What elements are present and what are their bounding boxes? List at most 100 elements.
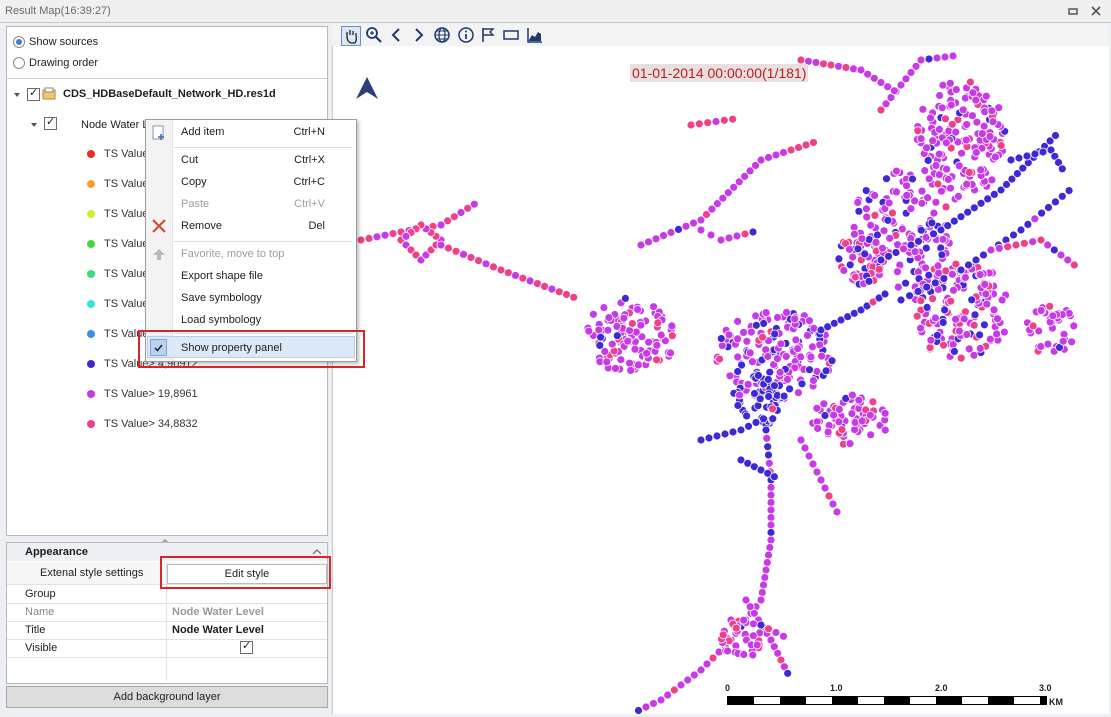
splitter-arrow-icon[interactable] bbox=[160, 535, 170, 544]
network-node bbox=[1048, 311, 1058, 321]
network-node bbox=[689, 218, 698, 228]
network-node bbox=[924, 174, 934, 184]
network-node bbox=[917, 186, 927, 196]
flag-icon[interactable] bbox=[479, 26, 497, 44]
scale-unit: KM bbox=[1049, 697, 1063, 707]
network-node bbox=[931, 161, 941, 170]
network-node bbox=[927, 218, 937, 228]
network-node bbox=[837, 425, 847, 434]
menu-item-remove[interactable]: Remove Del bbox=[181, 217, 351, 235]
network-node bbox=[966, 77, 975, 87]
network-node bbox=[834, 404, 844, 414]
network-node bbox=[642, 348, 652, 358]
network-node bbox=[812, 467, 822, 477]
rectangle-icon[interactable] bbox=[502, 26, 520, 44]
network-node bbox=[954, 191, 963, 201]
scale-label-2: 2.0 bbox=[935, 683, 948, 693]
network-node bbox=[959, 314, 969, 324]
network-node bbox=[797, 379, 807, 389]
network-node bbox=[971, 95, 981, 105]
network-node bbox=[380, 230, 390, 240]
menu-item-save-symbology[interactable]: Save symbology bbox=[181, 289, 351, 307]
network-node bbox=[1051, 131, 1060, 140]
network-node bbox=[826, 60, 836, 70]
legend-swatch bbox=[87, 240, 95, 248]
legend-swatch bbox=[87, 360, 95, 368]
network-node bbox=[857, 416, 867, 426]
minimize-icon[interactable] bbox=[1066, 4, 1080, 18]
network-node bbox=[763, 442, 773, 452]
menu-item-copy[interactable]: Copy Ctrl+C bbox=[181, 173, 351, 191]
network-node bbox=[1045, 301, 1055, 311]
network-node bbox=[663, 690, 673, 700]
network-node bbox=[906, 240, 916, 250]
network-node bbox=[656, 330, 666, 340]
network-node bbox=[401, 231, 411, 241]
network-node bbox=[972, 117, 982, 127]
legend-swatch bbox=[87, 420, 95, 428]
menu-item-favorite[interactable]: Favorite, move to top bbox=[181, 245, 351, 263]
menu-item-cut[interactable]: Cut Ctrl+X bbox=[181, 151, 351, 169]
add-background-layer-button[interactable]: Add background layer bbox=[6, 686, 328, 708]
external-style-label: Extenal style settings bbox=[40, 567, 144, 579]
menu-item-paste[interactable]: Paste Ctrl+V bbox=[181, 195, 351, 213]
network-node bbox=[943, 174, 953, 184]
network-node bbox=[815, 340, 825, 350]
menu-item-export-shape[interactable]: Export shape file bbox=[181, 267, 351, 285]
network-node bbox=[993, 314, 1002, 324]
forward-arrow-icon[interactable] bbox=[410, 26, 428, 44]
network-node bbox=[918, 104, 928, 114]
info-icon[interactable] bbox=[457, 26, 475, 44]
network-node bbox=[1028, 321, 1038, 331]
network-map[interactable] bbox=[333, 46, 1109, 714]
network-node bbox=[921, 233, 931, 242]
network-node bbox=[914, 236, 923, 246]
network-node bbox=[716, 235, 726, 245]
network-node bbox=[793, 344, 803, 354]
network-node bbox=[666, 228, 676, 237]
menu-item-load-symbology[interactable]: Load symbology bbox=[181, 311, 351, 329]
network-node bbox=[971, 255, 981, 265]
network-node bbox=[940, 305, 949, 315]
network-node bbox=[1067, 337, 1076, 347]
network-node bbox=[982, 299, 992, 309]
network-node bbox=[1049, 245, 1059, 255]
property-row[interactable]: Title Node Water Level bbox=[7, 621, 327, 640]
chart-icon[interactable] bbox=[526, 26, 544, 44]
network-node bbox=[901, 278, 910, 288]
network-node bbox=[489, 262, 498, 272]
network-node bbox=[782, 307, 791, 317]
network-node bbox=[766, 535, 776, 545]
property-row[interactable]: Name Node Water Level bbox=[7, 603, 327, 622]
map-canvas[interactable] bbox=[332, 46, 1109, 714]
network-node bbox=[759, 318, 769, 328]
network-node bbox=[728, 114, 738, 124]
network-node bbox=[388, 229, 398, 239]
network-node bbox=[1051, 197, 1060, 207]
network-node bbox=[696, 665, 706, 675]
menu-item-add-item[interactable]: Add item Ctrl+N bbox=[181, 123, 351, 141]
property-key: Visible bbox=[25, 642, 58, 654]
appearance-title: Appearance bbox=[25, 546, 88, 558]
back-arrow-icon[interactable] bbox=[388, 26, 406, 44]
network-node bbox=[961, 273, 970, 282]
network-node bbox=[938, 234, 948, 244]
network-node bbox=[928, 136, 938, 146]
network-node bbox=[922, 302, 932, 312]
network-node bbox=[702, 659, 712, 669]
zoom-icon[interactable] bbox=[365, 26, 383, 44]
network-node bbox=[916, 225, 926, 235]
pan-hand-icon[interactable] bbox=[341, 26, 361, 46]
network-node bbox=[816, 475, 826, 485]
close-icon[interactable] bbox=[1089, 4, 1103, 18]
network-node bbox=[649, 699, 658, 708]
network-node bbox=[891, 248, 901, 257]
network-node bbox=[765, 543, 775, 552]
property-row[interactable]: Visible bbox=[7, 639, 327, 658]
globe-icon[interactable] bbox=[433, 26, 451, 44]
network-node bbox=[759, 414, 768, 424]
network-node bbox=[947, 119, 957, 129]
network-node bbox=[1058, 336, 1068, 346]
network-node bbox=[979, 121, 989, 131]
visible-checkbox[interactable] bbox=[240, 639, 253, 654]
